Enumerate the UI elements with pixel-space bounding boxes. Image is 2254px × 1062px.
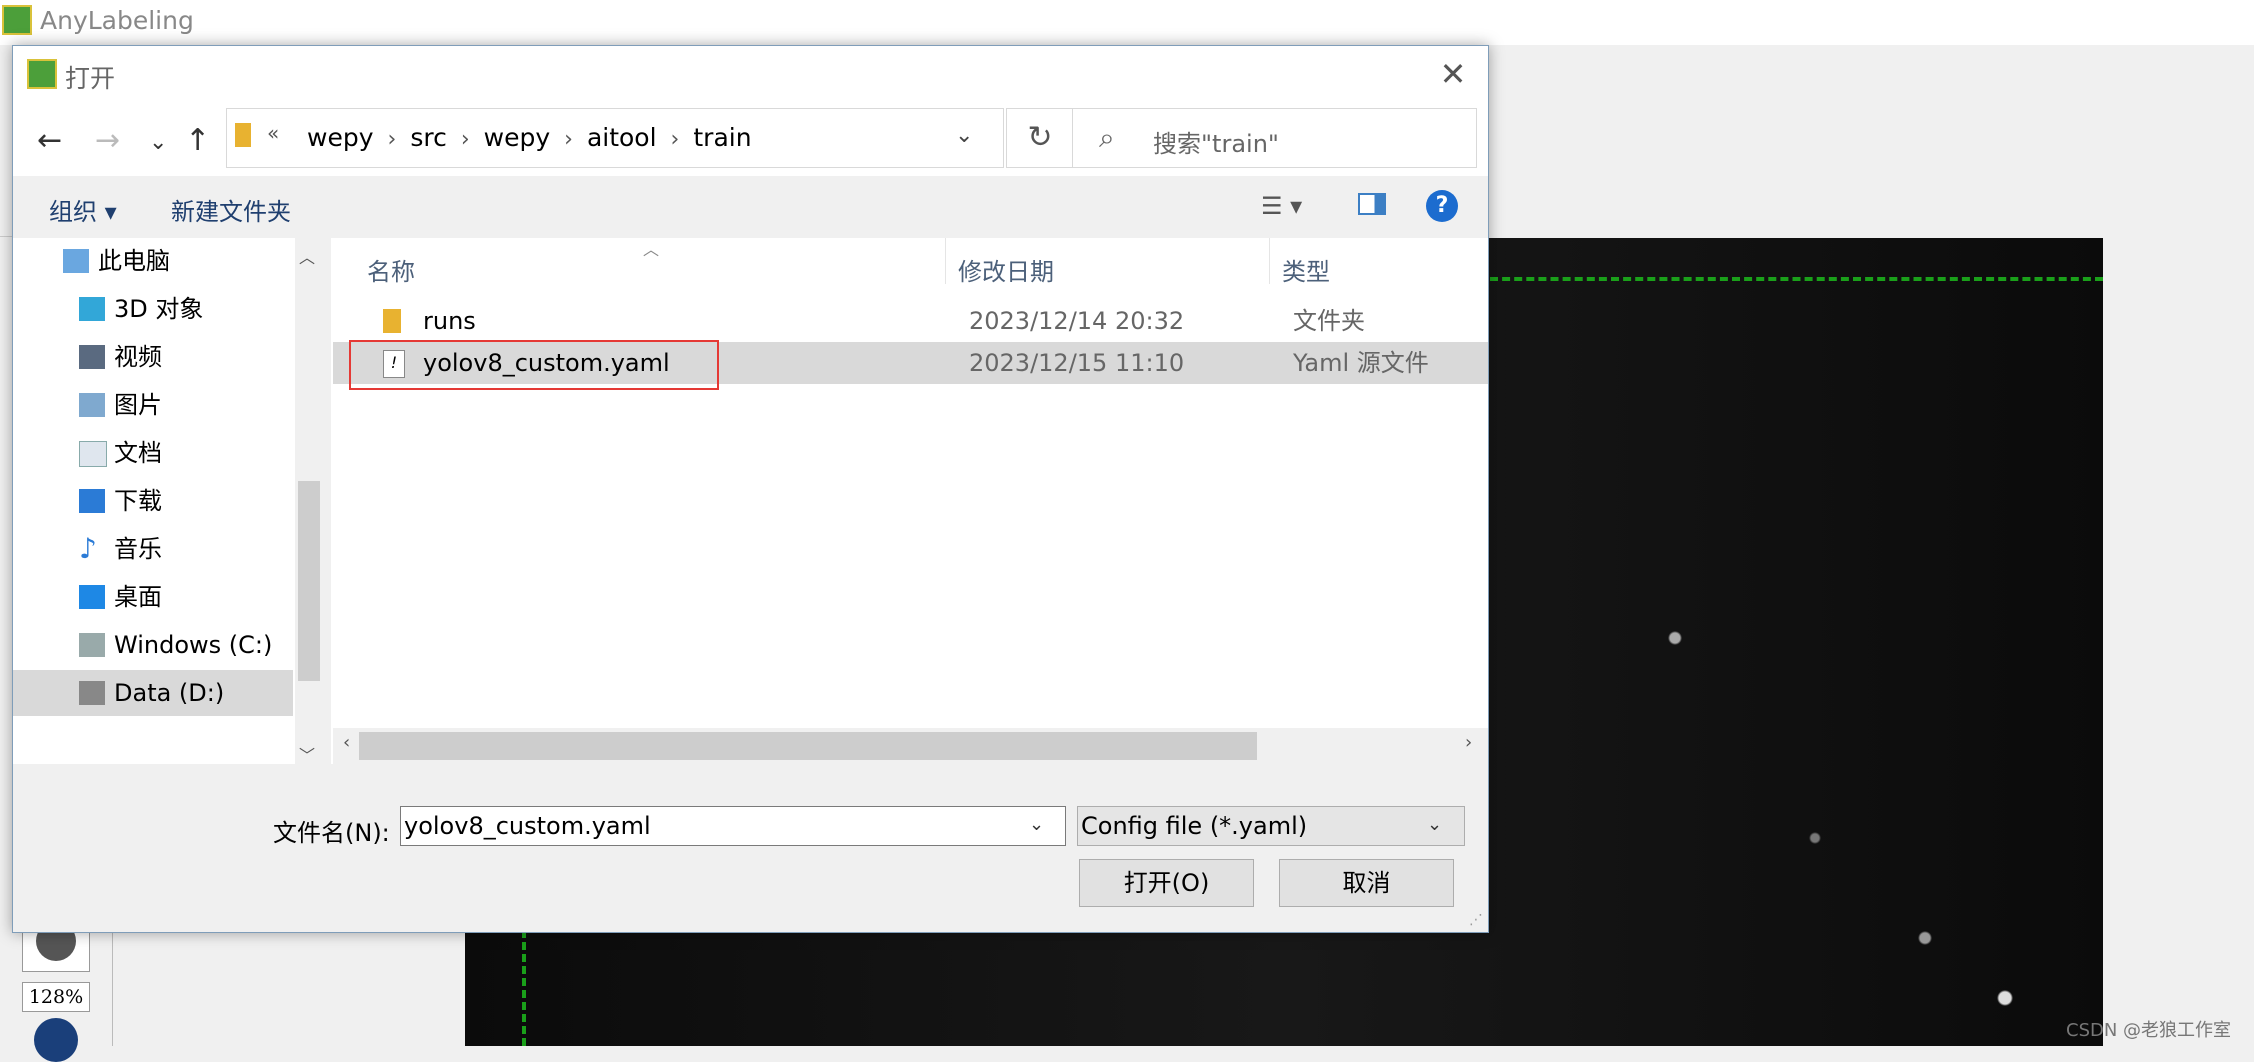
highlight-outline (349, 340, 719, 390)
app-title: AnyLabeling (40, 6, 194, 35)
nav-item-label: Windows (C:) (114, 631, 273, 659)
column-divider[interactable] (945, 238, 946, 284)
breadcrumb-item[interactable]: aitool (587, 123, 657, 152)
open-button[interactable]: 打开(O) (1079, 859, 1254, 907)
breadcrumb-item[interactable]: src (410, 123, 447, 152)
file-type: Yaml 源文件 (1293, 349, 1429, 377)
help-icon[interactable]: ? (1426, 190, 1458, 222)
nav-item-label: 3D 对象 (114, 295, 204, 323)
folder-icon (235, 123, 251, 147)
filename-label: 文件名(N): (273, 819, 390, 847)
filename-dropdown-chevron-icon[interactable]: ⌄ (1029, 814, 1044, 835)
breadcrumb-item[interactable]: train (693, 123, 751, 152)
download-icon (79, 489, 105, 513)
scroll-up-chevron-icon[interactable]: ︿ (299, 244, 315, 268)
filename-input[interactable]: yolov8_custom.yaml (400, 806, 1066, 846)
column-header-modified[interactable]: 修改日期 (958, 252, 1054, 287)
nav-item-label: 桌面 (114, 583, 162, 611)
annotation-box-left-edge (522, 930, 526, 1046)
drive-d-icon (79, 681, 105, 705)
nav-item-label: Data (D:) (114, 679, 225, 707)
preview-pane-icon[interactable] (1358, 193, 1386, 215)
breadcrumb-separator-icon[interactable]: › (564, 127, 573, 152)
watermark: CSDN @老狼工作室 (2066, 1020, 2232, 1041)
view-options-icon[interactable]: ☰ ▾ (1261, 192, 1302, 220)
column-header-type[interactable]: 类型 (1282, 252, 1330, 287)
address-dropdown-chevron-icon[interactable]: ⌄ (955, 123, 973, 148)
nav-item-downloads[interactable]: 下载 (13, 478, 293, 524)
breadcrumb-separator-icon[interactable]: › (388, 127, 397, 152)
fit-width-button[interactable] (34, 1018, 78, 1062)
app-titlebar (0, 0, 2254, 45)
navigation-pane: 此电脑 3D 对象 视频 图片 文档 下载 ♪ 音乐 桌面 Windows (C… (13, 238, 323, 764)
open-file-dialog: 打开 ✕ ← → ⌄ ↑ « wepy › src › wepy › aitool › trai… (12, 45, 1489, 933)
nav-item-label: 图片 (114, 391, 162, 419)
file-modified: 2023/12/14 20:32 (969, 307, 1185, 335)
file-row[interactable]: runs 2023/12/14 20:32 文件夹 (333, 300, 1488, 342)
filetype-select[interactable]: Config file (*.yaml) (1077, 806, 1465, 846)
new-folder-button[interactable]: 新建文件夹 (171, 192, 291, 227)
video-icon (79, 345, 105, 369)
scroll-right-chevron-icon[interactable]: › (1465, 732, 1472, 753)
resize-grip-icon[interactable]: ⋰ (1469, 912, 1483, 928)
recent-locations-chevron-icon[interactable]: ⌄ (149, 128, 167, 158)
zoom-level[interactable]: 128% (22, 982, 90, 1012)
nav-item-label: 此电脑 (98, 247, 170, 275)
filetype-dropdown-chevron-icon[interactable]: ⌄ (1427, 814, 1442, 835)
computer-icon (63, 249, 89, 273)
sort-up-chevron-icon: ︿ (643, 240, 660, 259)
refresh-icon[interactable]: ↻ (1006, 108, 1074, 168)
desktop-icon (79, 585, 105, 609)
search-input[interactable]: ⌕ 搜索"train" (1072, 108, 1477, 168)
pictures-icon (79, 393, 105, 417)
address-overflow[interactable]: « (267, 121, 279, 145)
file-type: 文件夹 (1293, 307, 1365, 335)
scroll-down-chevron-icon[interactable]: ﹀ (299, 742, 315, 766)
drive-c-icon (79, 633, 105, 657)
nav-item-label: 视频 (114, 343, 162, 371)
scroll-left-chevron-icon[interactable]: ‹ (343, 732, 350, 753)
column-header-name[interactable]: 名称 (367, 252, 415, 287)
breadcrumb-item[interactable]: wepy (307, 123, 374, 152)
breadcrumb-item[interactable]: wepy (484, 123, 551, 152)
nav-item-3d-objects[interactable]: 3D 对象 (13, 286, 293, 332)
dialog-titlebar (13, 46, 1488, 101)
address-bar[interactable]: « wepy › src › wepy › aitool › train ⌄ (226, 108, 1004, 168)
file-modified: 2023/12/15 11:10 (969, 349, 1185, 377)
3d-objects-icon (79, 297, 105, 321)
nav-item-label: 文档 (114, 439, 162, 467)
search-icon: ⌕ (1099, 121, 1115, 154)
close-button[interactable]: ✕ (1431, 54, 1475, 94)
folder-icon (383, 309, 401, 333)
nav-item-drive-d[interactable]: Data (D:) (13, 670, 293, 716)
nav-item-pictures[interactable]: 图片 (13, 382, 293, 428)
nav-item-documents[interactable]: 文档 (13, 430, 293, 476)
column-divider[interactable] (1269, 238, 1270, 284)
file-name: runs (423, 307, 476, 335)
nav-item-label: 音乐 (114, 535, 162, 563)
nav-item-desktop[interactable]: 桌面 (13, 574, 293, 620)
nav-item-drive-c[interactable]: Windows (C:) (13, 622, 293, 668)
horizontal-scrollbar-thumb[interactable] (359, 732, 1257, 760)
breadcrumb-separator-icon[interactable]: › (461, 127, 470, 152)
organize-button[interactable]: 组织 ▾ (49, 192, 117, 227)
music-icon: ♪ (79, 532, 97, 565)
nav-item-music[interactable]: ♪ 音乐 (13, 526, 293, 572)
nav-item-this-pc[interactable]: 此电脑 (13, 238, 293, 284)
search-placeholder: 搜索"train" (1153, 130, 1279, 158)
up-folder-arrow-icon[interactable]: ↑ (185, 126, 210, 156)
breadcrumb-separator-icon[interactable]: › (671, 127, 680, 152)
annotation-box-top-edge (1490, 277, 2103, 281)
dialog-app-icon (27, 59, 57, 89)
app-logo-icon (2, 5, 32, 35)
back-arrow-icon[interactable]: ← (37, 126, 62, 156)
nav-item-videos[interactable]: 视频 (13, 334, 293, 380)
cancel-button[interactable]: 取消 (1279, 859, 1454, 907)
forward-arrow-icon[interactable]: → (95, 126, 120, 156)
nav-item-label: 下载 (114, 487, 162, 515)
breadcrumb: wepy › src › wepy › aitool › train (307, 123, 752, 152)
dialog-title: 打开 (65, 64, 116, 93)
documents-icon (79, 441, 107, 467)
nav-scrollbar-thumb[interactable] (298, 481, 320, 681)
